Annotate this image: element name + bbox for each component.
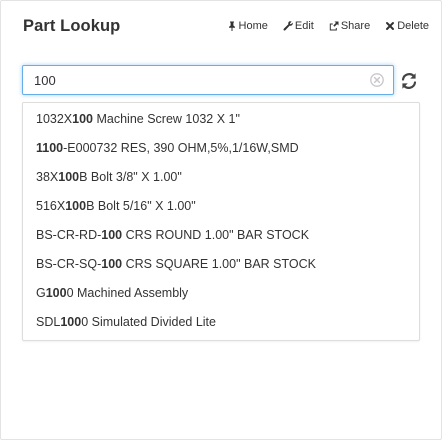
part-search-input[interactable]: [22, 65, 394, 95]
delete-label: Delete: [397, 20, 429, 32]
clear-search-icon[interactable]: [370, 73, 384, 87]
home-label: Home: [238, 20, 268, 32]
share-label: Share: [340, 20, 371, 32]
refresh-icon[interactable]: [399, 71, 419, 91]
result-item[interactable]: SDL1000 Simulated Divided Lite: [23, 308, 419, 337]
result-item[interactable]: BS-CR-RD-100 CRS ROUND 1.00" BAR STOCK: [23, 221, 419, 250]
result-item[interactable]: 1032X100 Machine Screw 1032 X 1": [23, 105, 419, 134]
home-button[interactable]: Home: [227, 20, 268, 32]
pin-icon: [227, 21, 237, 31]
search-row: [22, 65, 420, 97]
search-results-list: 1032X100 Machine Screw 1032 X 1" 1100-E0…: [22, 102, 420, 341]
panel-header: Part Lookup Home Edit Share Delete: [23, 15, 429, 37]
share-button[interactable]: Share: [329, 20, 370, 32]
result-item[interactable]: 516X100B Bolt 5/16" X 1.00": [23, 192, 419, 221]
close-icon: [385, 21, 395, 31]
wrench-icon: [283, 21, 293, 31]
share-icon: [329, 21, 339, 31]
result-item[interactable]: BS-CR-SQ-100 CRS SQUARE 1.00" BAR STOCK: [23, 250, 419, 279]
result-item[interactable]: 38X100B Bolt 3/8" X 1.00": [23, 163, 419, 192]
edit-label: Edit: [294, 20, 314, 32]
delete-button[interactable]: Delete: [385, 20, 429, 32]
part-lookup-panel: Part Lookup Home Edit Share Delete 100 1…: [0, 0, 442, 440]
header-actions: Home Edit Share Delete: [212, 20, 429, 32]
result-item[interactable]: 1100-E000732 RES, 390 OHM,5%,1/16W,SMD: [23, 134, 419, 163]
result-item[interactable]: G1000 Machined Assembly: [23, 279, 419, 308]
page-title: Part Lookup: [23, 16, 121, 35]
edit-button[interactable]: Edit: [283, 20, 314, 32]
